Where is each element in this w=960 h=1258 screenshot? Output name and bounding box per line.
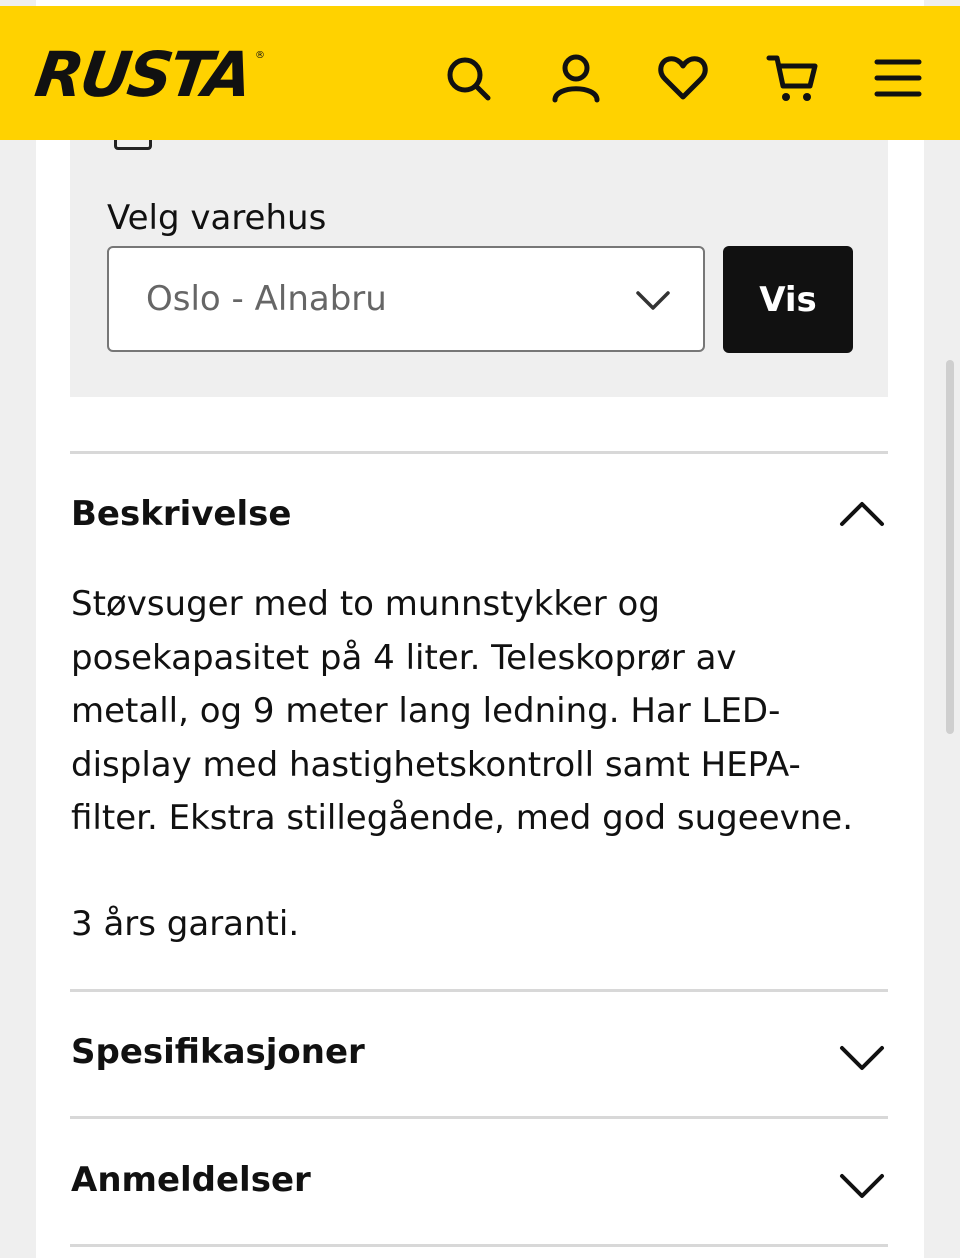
header-bar: RUSTA ®: [0, 6, 960, 140]
user-icon[interactable]: [548, 50, 604, 106]
divider: [70, 451, 888, 454]
product-description: Støvsuger med to munnstykker og posekapa…: [71, 578, 889, 846]
description-line: posekapasitet på 4 liter. Teleskoprør av: [71, 637, 737, 678]
divider: [70, 989, 888, 992]
rusta-logo[interactable]: RUSTA: [31, 38, 254, 111]
cart-icon[interactable]: [764, 50, 820, 106]
store-select-label: Velg varehus: [107, 198, 327, 238]
search-icon[interactable]: [440, 50, 496, 106]
accordion-description-title[interactable]: Beskrivelse: [71, 494, 291, 534]
store-picker-panel: ▬▬ ▬ ▬ ▬▬▬ ▬▬▬ ▬ ▬▬▬▬ ▬▬▬▬▬ Velg varehus…: [70, 122, 888, 397]
chevron-down-icon[interactable]: [838, 1040, 886, 1074]
divider: [70, 1116, 888, 1119]
divider: [70, 1244, 888, 1247]
menu-icon[interactable]: [870, 50, 926, 106]
description-line: filter. Ekstra stillegående, med god sug…: [71, 798, 853, 839]
store-select[interactable]: Oslo - Alnabru: [107, 246, 705, 352]
accordion-reviews-title[interactable]: Anmeldelser: [71, 1160, 311, 1200]
heart-icon[interactable]: [655, 50, 711, 106]
chevron-up-icon[interactable]: [838, 496, 886, 530]
scrollbar[interactable]: [946, 360, 954, 734]
accordion-specs-title[interactable]: Spesifikasjoner: [71, 1032, 365, 1072]
guarantee-text: 3 års garanti.: [71, 904, 300, 944]
store-select-value: Oslo - Alnabru: [146, 279, 387, 319]
chevron-down-icon: [636, 291, 670, 310]
show-stock-button[interactable]: Vis: [723, 246, 853, 353]
description-line: metall, og 9 meter lang ledning. Har LED…: [71, 691, 781, 732]
description-line: Støvsuger med to munnstykker og: [71, 584, 660, 624]
registered-mark: ®: [255, 50, 265, 61]
description-line: display med hastighetskontroll samt HEPA…: [71, 744, 801, 785]
chevron-down-icon[interactable]: [838, 1168, 886, 1202]
